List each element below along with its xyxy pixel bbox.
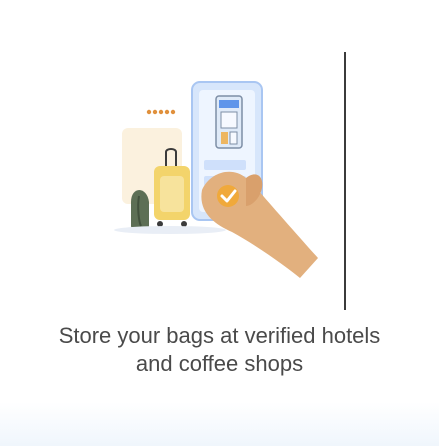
headline-line-1: Store your bags at verified hotels	[58, 323, 381, 348]
ground-shadow	[114, 226, 226, 234]
list-row-1	[204, 160, 246, 170]
storefront-icon	[215, 95, 243, 149]
vertical-divider	[344, 52, 346, 310]
headline-line-2: and coffee shops	[135, 351, 304, 376]
onboarding-screen: Store your bags at verified hotels and c…	[0, 0, 439, 446]
onboarding-headline: Store your bags at verified hotels and c…	[0, 322, 439, 378]
storage-illustration	[114, 81, 318, 278]
star-rating-icon	[146, 109, 176, 115]
checkmark-badge-icon	[217, 185, 239, 207]
bottom-fade	[0, 402, 439, 446]
backpack-icon	[131, 190, 149, 231]
